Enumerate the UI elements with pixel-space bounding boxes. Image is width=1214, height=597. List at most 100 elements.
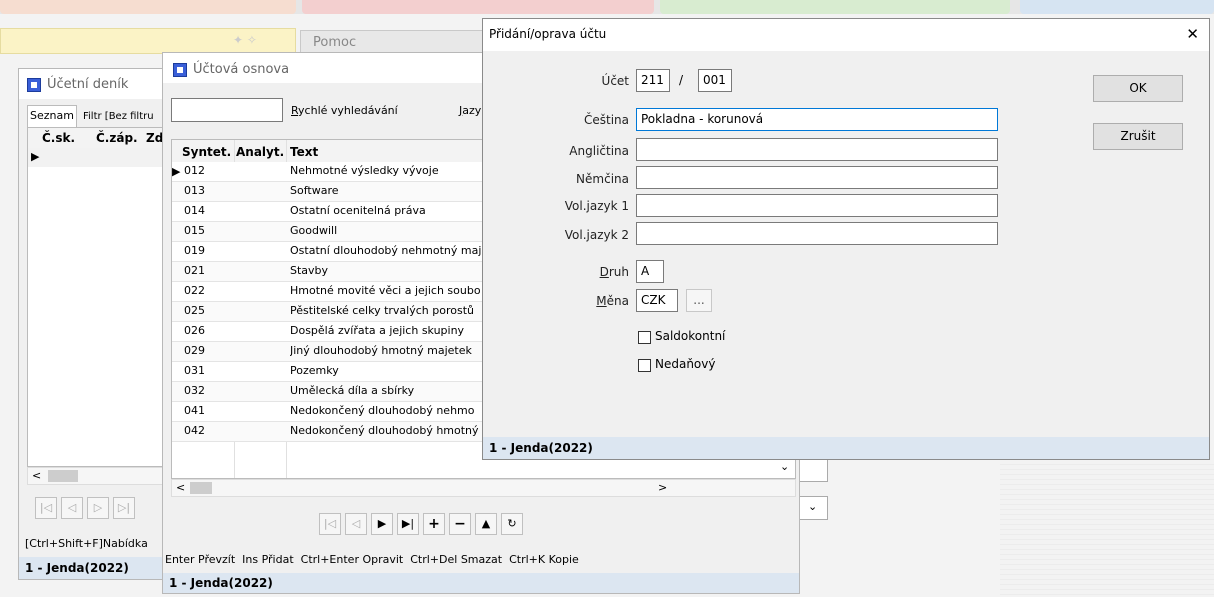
col-syntet[interactable]: Syntet. xyxy=(182,145,231,159)
close-icon[interactable]: ✕ xyxy=(1186,25,1199,43)
voljazyk2-input[interactable] xyxy=(636,222,998,245)
background-tab-green xyxy=(660,0,1010,14)
delete-record-button[interactable]: − xyxy=(449,513,471,535)
dialog-status: 1 - Jenda(2022) xyxy=(483,437,1209,459)
anglictina-input[interactable] xyxy=(636,138,998,161)
nedanovy-label[interactable]: Nedaňový xyxy=(655,357,715,371)
move-handle-icon: ✦ ✧ xyxy=(233,33,257,47)
druh-key: D xyxy=(599,265,609,279)
background-tab-pink xyxy=(302,0,654,14)
last-record-button[interactable]: ▶| xyxy=(397,513,419,535)
add-record-button[interactable]: + xyxy=(423,513,445,535)
background-tab-orange xyxy=(0,0,296,14)
scroll-thumb[interactable] xyxy=(48,470,78,482)
tab-filtr-label: Filtr [Bez filtru xyxy=(83,111,154,122)
cell-syntet: 032 xyxy=(184,384,205,397)
quick-search-label[interactable]: Rychlé vyhledávání xyxy=(291,104,398,117)
cell-syntet: 015 xyxy=(184,224,205,237)
voljazyk1-label: Vol.jazyk 1 xyxy=(564,199,629,213)
languages-label[interactable]: Jazy xyxy=(459,104,481,117)
druh-input[interactable]: A xyxy=(636,260,664,283)
languages-text: azy xyxy=(462,104,482,117)
col-text[interactable]: Text xyxy=(290,145,318,159)
background-yellow-bar: ✦ ✧ xyxy=(0,28,296,54)
ok-button[interactable]: OK xyxy=(1093,75,1183,102)
cell-syntet: 022 xyxy=(184,284,205,297)
shortcuts-hint: Enter Převzít Ins Přidat Ctrl+Enter Opra… xyxy=(165,553,579,566)
cell-syntet: 041 xyxy=(184,404,205,417)
voljazyk1-input[interactable] xyxy=(636,194,998,217)
tab-seznam-label: Seznam xyxy=(30,109,74,122)
col-c-sk[interactable]: Č.sk. xyxy=(42,131,75,145)
pomoc-label: Pomoc xyxy=(313,35,357,50)
first-record-button[interactable]: |◁ xyxy=(35,497,57,519)
window-icon xyxy=(173,63,187,77)
prev-record-button[interactable]: ◁ xyxy=(61,497,83,519)
mena-key: M xyxy=(596,294,607,308)
nedanovy-checkbox[interactable] xyxy=(638,359,651,372)
window-icon xyxy=(27,78,41,92)
nemcina-input[interactable] xyxy=(636,166,998,189)
col-analyt[interactable]: Analyt. xyxy=(236,145,284,159)
mena-input[interactable]: CZK xyxy=(636,289,678,312)
cell-syntet: 042 xyxy=(184,424,205,437)
background-input xyxy=(800,458,828,482)
tab-seznam[interactable]: Seznam xyxy=(27,105,77,127)
row-pointer-icon: ▶ xyxy=(31,150,40,163)
chevron-down-icon: ⌄ xyxy=(808,500,818,513)
ucet-label: Účet xyxy=(601,74,629,88)
saldokontni-checkbox[interactable] xyxy=(638,331,651,344)
edit-record-button[interactable]: ▲ xyxy=(475,513,497,535)
cell-syntet: 029 xyxy=(184,344,205,357)
quick-search-key: R xyxy=(291,104,299,117)
background-tab-blue xyxy=(1020,0,1214,14)
scroll-thumb[interactable] xyxy=(190,482,212,494)
cell-syntet: 031 xyxy=(184,364,205,377)
scroll-left-icon[interactable]: < xyxy=(32,469,41,482)
ucetni-denik-hint: [Ctrl+Shift+F]Nabídka xyxy=(25,537,148,550)
search-input[interactable] xyxy=(171,98,283,122)
cancel-button[interactable]: Zrušit xyxy=(1093,123,1183,150)
last-record-button[interactable]: ▷| xyxy=(113,497,135,519)
cell-syntet: 013 xyxy=(184,184,205,197)
cestina-label: Čeština xyxy=(583,113,629,127)
background-tab-pomoc[interactable]: Pomoc xyxy=(300,30,490,54)
dialog-title: Přidání/oprava účtu xyxy=(489,27,607,41)
mena-text: ěna xyxy=(606,294,629,308)
mena-label: Měna xyxy=(523,294,629,308)
cell-syntet: 025 xyxy=(184,304,205,317)
scroll-right-icon[interactable]: > xyxy=(658,481,667,494)
ucet-separator: / xyxy=(679,73,684,87)
background-dropdown[interactable]: ⌄ xyxy=(800,496,828,520)
refresh-button[interactable]: ↻ xyxy=(501,513,523,535)
saldokontni-label[interactable]: Saldokontní xyxy=(655,329,725,343)
accounts-horizontal-scrollbar[interactable]: < > xyxy=(171,479,796,497)
cestina-input[interactable]: Pokladna - korunová xyxy=(636,108,998,131)
nemcina-label: Němčina xyxy=(576,172,629,186)
druh-label: Druh xyxy=(523,265,629,279)
ucetni-denik-title: Účetní deník xyxy=(47,77,129,92)
quick-search-text: ychlé vyhledávání xyxy=(298,104,398,117)
ucet-syntet-input[interactable]: 211 xyxy=(636,69,670,92)
scroll-left-icon[interactable]: < xyxy=(176,481,185,494)
prev-record-button[interactable]: ◁ xyxy=(345,513,367,535)
background-stripes xyxy=(1000,460,1214,597)
scroll-down-icon[interactable]: ⌄ xyxy=(780,460,789,473)
mena-browse-button[interactable]: ... xyxy=(686,289,712,312)
account-dialog: Přidání/oprava účtu ✕ Účet 211 / 001 Češ… xyxy=(482,18,1210,460)
anglictina-label: Angličtina xyxy=(569,144,629,158)
next-record-button[interactable]: ▶ xyxy=(371,513,393,535)
current-row-pointer-icon: ▶ xyxy=(172,165,181,178)
voljazyk2-label: Vol.jazyk 2 xyxy=(564,228,629,242)
next-record-button[interactable]: ▷ xyxy=(87,497,109,519)
cell-syntet: 014 xyxy=(184,204,205,217)
uctova-osnova-status: 1 - Jenda(2022) xyxy=(163,573,799,593)
druh-text: ruh xyxy=(608,265,629,279)
cell-syntet: 026 xyxy=(184,324,205,337)
col-zd[interactable]: Zd xyxy=(146,131,163,145)
cell-syntet: 012 xyxy=(184,164,205,177)
first-record-button[interactable]: |◁ xyxy=(319,513,341,535)
col-c-zap[interactable]: Č.záp. xyxy=(96,131,138,145)
uctova-osnova-title: Účtová osnova xyxy=(193,62,290,77)
ucet-analyt-input[interactable]: 001 xyxy=(698,69,732,92)
